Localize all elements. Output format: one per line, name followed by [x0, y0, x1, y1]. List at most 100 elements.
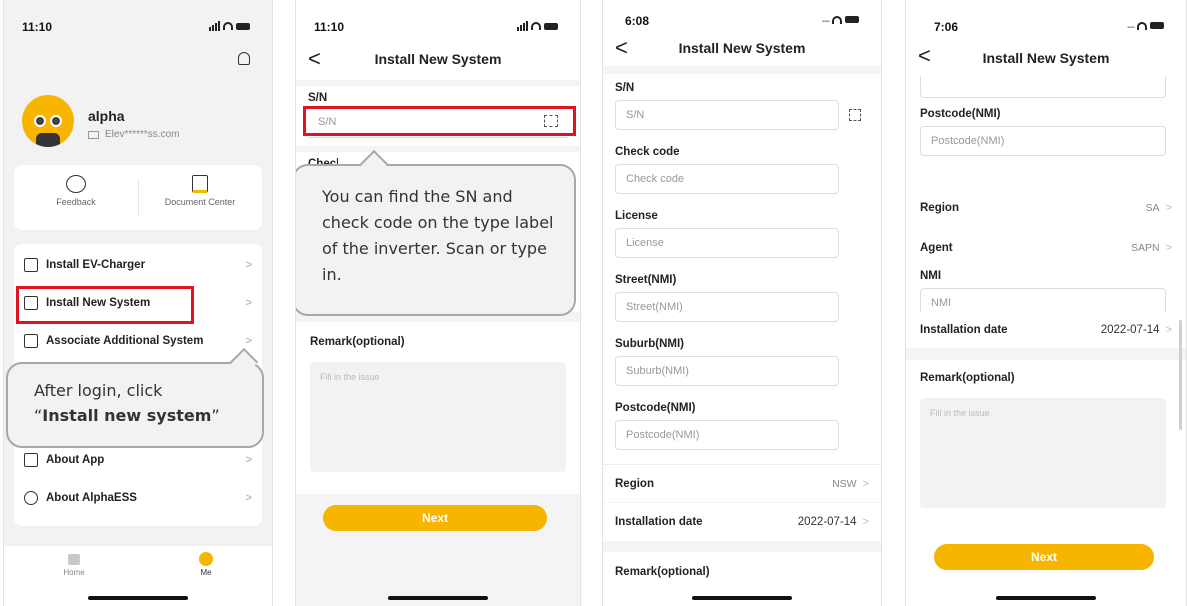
- signal-icon: [517, 21, 528, 31]
- region-value: SA: [1145, 202, 1160, 214]
- me-icon: [199, 552, 213, 566]
- quick-actions-card: Feedback Document Center: [14, 165, 262, 230]
- callout-text-line1: After login, click: [34, 381, 163, 400]
- associate-icon: [24, 334, 38, 348]
- status-time: 7:06: [934, 20, 959, 34]
- menu-item-about-alphaess[interactable]: About AlphaESS >: [14, 479, 262, 517]
- region-label: Region: [615, 478, 654, 490]
- status-bar: 7:06 ....: [906, 0, 1186, 44]
- highlight-install-new-system: [16, 286, 194, 324]
- chevron-right-icon: >: [245, 492, 252, 504]
- page-title: Install New System: [678, 40, 806, 56]
- status-bar: 11:10: [296, 0, 580, 44]
- tab-me[interactable]: Me: [186, 552, 226, 577]
- home-indicator: [388, 596, 488, 600]
- region-value: NSW: [832, 478, 857, 490]
- remark-label: Remark(optional): [310, 336, 405, 348]
- feedback-button[interactable]: Feedback: [14, 165, 138, 230]
- phone-screen-install-form-continued: 7:06 .... < Install New System Postcode(…: [906, 0, 1186, 606]
- status-time: 11:10: [314, 20, 345, 34]
- signal-icon: [209, 21, 220, 31]
- installation-date-label: Installation date: [615, 516, 703, 528]
- form-field-suburb: Suburb(NMI) Suburb(NMI): [615, 338, 869, 402]
- phone-screen-me: 11:10 alpha Elev******ss.com Feedback Do…: [4, 0, 272, 606]
- form-section: S/N S/N Check code Check code License Li…: [603, 74, 881, 464]
- profile-header[interactable]: alpha Elev******ss.com: [22, 95, 262, 157]
- nav-bar: < Install New System: [296, 40, 580, 80]
- info-icon: [24, 491, 38, 505]
- form-field-license: License License: [615, 210, 869, 274]
- feedback-icon: [66, 175, 86, 193]
- suburb-input[interactable]: Suburb(NMI): [615, 356, 839, 386]
- status-icons: [517, 21, 558, 31]
- sn-input[interactable]: S/N: [615, 100, 839, 130]
- installation-date-value: 2022-07-14: [797, 516, 857, 528]
- remark-textarea[interactable]: Fill in the issue: [310, 362, 566, 472]
- remark-section: Remark(optional) Fill in the issue: [906, 360, 1186, 530]
- charger-icon: [24, 258, 38, 272]
- instruction-callout-login: After login, click “Install new system”: [6, 347, 264, 448]
- chevron-right-icon: >: [245, 454, 252, 466]
- installation-date-label: Installation date: [920, 324, 1008, 336]
- license-input[interactable]: License: [615, 228, 839, 258]
- postcode-input[interactable]: Postcode(NMI): [920, 126, 1166, 156]
- form-field-sn: S/N S/N: [615, 82, 869, 146]
- tab-home[interactable]: Home: [54, 554, 94, 577]
- form-section: Postcode(NMI) Postcode(NMI) Region SA > A…: [906, 76, 1186, 346]
- nav-bar: < Install New System: [603, 32, 881, 66]
- remark-label: Remark(optional): [920, 372, 1015, 384]
- scrollbar[interactable]: [1179, 320, 1182, 430]
- chevron-right-icon: >: [245, 297, 252, 309]
- scan-icon[interactable]: [849, 109, 861, 121]
- street-input[interactable]: Street(NMI): [615, 292, 839, 322]
- form-field-street: Street(NMI) Street(NMI): [615, 274, 869, 338]
- postcode-input[interactable]: Postcode(NMI): [615, 420, 839, 450]
- agent-value: SAPN: [1130, 242, 1160, 254]
- instruction-callout-sn: You can find the SN and check code on th…: [296, 149, 576, 316]
- next-button[interactable]: Next: [323, 505, 547, 531]
- page-title: Install New System: [374, 51, 502, 67]
- battery-icon: [236, 22, 250, 30]
- document-icon: [192, 175, 208, 193]
- region-label: Region: [920, 202, 959, 214]
- chevron-right-icon: >: [245, 259, 252, 271]
- wifi-icon: [1137, 21, 1147, 30]
- agent-row[interactable]: Agent SAPN >: [920, 230, 1172, 266]
- remark-section: Remark(optional) Fill in the issue: [296, 322, 580, 494]
- wifi-icon: [223, 22, 233, 30]
- avatar: [22, 95, 74, 147]
- phone-screen-install-step1: 11:10 < Install New System S/N S/N Check…: [296, 0, 580, 606]
- home-icon: [68, 554, 80, 565]
- region-row[interactable]: Region SA >: [920, 186, 1172, 230]
- feedback-label: Feedback: [56, 197, 96, 207]
- email-text: Elev******ss.com: [105, 129, 180, 140]
- battery-icon: [544, 22, 558, 30]
- status-time: 6:08: [625, 14, 650, 28]
- region-row[interactable]: Region NSW >: [603, 464, 881, 502]
- highlight-sn-field: [303, 106, 576, 136]
- callout-text: You can find the SN and check code on th…: [322, 187, 554, 284]
- agent-label: Agent: [920, 242, 953, 254]
- email-row: Elev******ss.com: [88, 129, 179, 140]
- remark-textarea[interactable]: Fill in the issue: [920, 398, 1166, 508]
- nav-bar: < Install New System: [906, 40, 1186, 76]
- home-indicator: [996, 596, 1096, 600]
- signal-icon: ....: [1126, 20, 1135, 31]
- installation-date-value: 2022-07-14: [1100, 324, 1160, 336]
- check-code-input[interactable]: Check code: [615, 164, 839, 194]
- status-bar: 11:10: [4, 0, 272, 44]
- phone-screen-install-form: 6:08 .... < Install New System S/N S/N C…: [603, 0, 881, 606]
- menu-item-install-ev-charger[interactable]: Install EV-Charger >: [14, 246, 262, 284]
- installation-date-row[interactable]: Installation date 2022-07-14 >: [603, 503, 881, 541]
- next-button[interactable]: Next: [934, 544, 1154, 570]
- chevron-right-icon: >: [862, 516, 869, 528]
- bell-icon[interactable]: [238, 52, 250, 65]
- menu-item-associate-additional-system[interactable]: Associate Additional System >: [14, 322, 262, 360]
- document-center-button[interactable]: Document Center: [138, 165, 262, 230]
- installation-date-row[interactable]: Installation date 2022-07-14 >: [906, 312, 1186, 348]
- form-field-postcode: Postcode(NMI) Postcode(NMI): [615, 402, 869, 466]
- battery-icon: [845, 16, 859, 23]
- mail-icon: [88, 130, 99, 139]
- status-time: 11:10: [22, 20, 53, 34]
- chevron-right-icon: >: [862, 478, 869, 490]
